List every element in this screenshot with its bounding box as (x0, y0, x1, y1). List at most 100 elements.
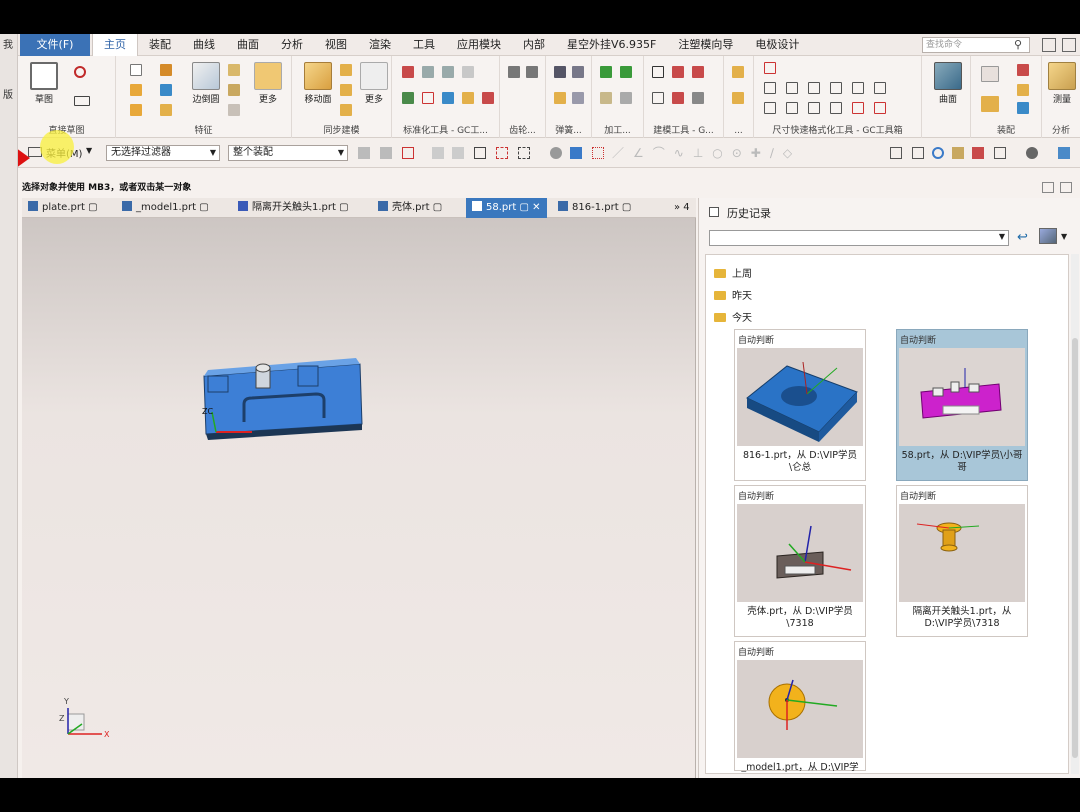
selection-scope-dropdown[interactable]: 整个装配 ▼ (228, 145, 348, 161)
scrollbar-thumb[interactable] (1072, 338, 1078, 758)
standard-tool-4-icon[interactable] (462, 66, 474, 78)
tab-surface[interactable]: 曲面 (226, 34, 270, 56)
folder-today[interactable]: 今天 (714, 309, 752, 324)
tab-curve[interactable]: 曲线 (182, 34, 226, 56)
rectangle-icon[interactable] (74, 96, 90, 106)
select-tool-2-icon[interactable] (380, 147, 392, 159)
gear-2-icon[interactable] (526, 66, 538, 78)
select-tool-1-icon[interactable] (358, 147, 370, 159)
shell-icon[interactable] (228, 84, 240, 96)
history-card-816-1[interactable]: 自动判断 816-1.prt，从 D:\VIP学员\仑总 (734, 329, 866, 481)
folder-last-week[interactable]: 上周 (714, 265, 752, 280)
pull-face-icon[interactable] (340, 64, 352, 76)
open-file-icon[interactable]: ▢ (622, 202, 631, 213)
panel-toggle-icon[interactable] (1042, 182, 1054, 193)
assembly-tool-4-icon[interactable] (1017, 102, 1029, 114)
thumbnail-view-icon[interactable] (1039, 228, 1057, 244)
offset-face-icon[interactable] (340, 84, 352, 96)
file-tab-isolator-contact[interactable]: 隔离开关触头1.prt ▢ (238, 198, 349, 218)
render-style-icon[interactable] (1026, 147, 1038, 159)
modeling-tool-6-icon[interactable] (692, 92, 704, 104)
spring-3-icon[interactable] (554, 92, 566, 104)
modeling-tool-5-icon[interactable] (672, 92, 684, 104)
extrude-icon[interactable] (130, 84, 142, 96)
measure-button[interactable]: 测量 (1042, 60, 1080, 112)
cube-view-icon[interactable] (1058, 147, 1070, 159)
open-file-icon[interactable]: ▢ (88, 202, 97, 213)
display-mode-icon[interactable] (570, 147, 582, 159)
assembly-tool-1-icon[interactable] (981, 66, 999, 82)
snap-grid-icon[interactable] (592, 147, 604, 159)
pattern-icon[interactable] (160, 104, 172, 116)
box-select-icon[interactable] (518, 147, 530, 159)
file-tabs-overflow[interactable]: » 4 (674, 198, 690, 218)
view-tool-1-icon[interactable] (890, 147, 902, 159)
view-tool-2-icon[interactable] (912, 147, 924, 159)
open-file-icon[interactable]: ▢ (199, 202, 208, 213)
tab-analysis[interactable]: 分析 (270, 34, 314, 56)
machining-3-icon[interactable] (600, 92, 612, 104)
graphics-viewport[interactable]: ZC X Y Z (22, 218, 696, 778)
modeling-tool-2-icon[interactable] (672, 66, 684, 78)
viewport-canvas[interactable]: ZC X Y Z (22, 218, 696, 778)
tab-tools[interactable]: 工具 (402, 34, 446, 56)
layout-icon[interactable] (994, 147, 1006, 159)
history-card-58[interactable]: 自动判断 58.prt，从 D:\VIP学员\小哥哥 (896, 329, 1028, 481)
standard-tool-2-icon[interactable] (422, 66, 434, 78)
tab-render[interactable]: 渲染 (358, 34, 402, 56)
tab-home[interactable]: 主页 (92, 34, 138, 56)
shaded-view-icon[interactable] (550, 147, 562, 159)
standard-tool-5-icon[interactable] (402, 92, 414, 104)
view-tool-4-icon[interactable] (972, 147, 984, 159)
revolve-icon[interactable] (130, 104, 142, 116)
open-file-icon[interactable]: ▢ (433, 202, 442, 213)
dimension-tool-9-icon[interactable] (786, 102, 798, 114)
standard-tool-9-icon[interactable] (482, 92, 494, 104)
spring-4-icon[interactable] (572, 92, 584, 104)
machining-check-icon[interactable] (600, 66, 612, 78)
part-58-model[interactable] (203, 358, 363, 440)
refresh-icon[interactable] (932, 147, 944, 159)
file-tab-58[interactable]: 58.prt ▢ ✕ (466, 198, 547, 218)
modeling-tool-3-icon[interactable] (692, 66, 704, 78)
move-face-button[interactable]: 移动面 (298, 60, 338, 112)
tab-view[interactable]: 视图 (314, 34, 358, 56)
file-tab-816-1[interactable]: 816-1.prt ▢ (558, 198, 631, 218)
back-arrow-icon[interactable]: ↩ (1017, 230, 1033, 245)
replace-face-icon[interactable] (340, 104, 352, 116)
select-tool-3-icon[interactable] (432, 147, 444, 159)
overflow-tool-1-icon[interactable] (732, 66, 744, 78)
standard-tool-7-icon[interactable] (442, 92, 454, 104)
boolean-icon[interactable] (160, 84, 172, 96)
tab-mold-wizard[interactable]: 注塑模向导 (667, 34, 744, 56)
history-filter-dropdown[interactable]: ▼ (709, 230, 1009, 246)
restore-window-icon[interactable] (1042, 38, 1056, 52)
history-panel-checkbox[interactable] (709, 207, 719, 217)
dimension-tool-12-icon[interactable] (852, 102, 864, 114)
overflow-tool-2-icon[interactable] (732, 92, 744, 104)
assembly-tool-3-icon[interactable] (1017, 84, 1029, 96)
dimension-tool-7-icon[interactable] (874, 82, 886, 94)
view-tool-3-icon[interactable] (952, 147, 964, 159)
sync-more-button[interactable]: 更多 (354, 60, 394, 112)
dimension-tool-2-icon[interactable] (764, 82, 776, 94)
draft-icon[interactable] (228, 104, 240, 116)
hole-icon[interactable] (160, 64, 172, 76)
dimension-tool-5-icon[interactable] (830, 82, 842, 94)
dimension-tool-6-icon[interactable] (852, 82, 864, 94)
view-triad[interactable]: X Y Z (59, 697, 110, 739)
arc-icon[interactable] (74, 66, 86, 78)
file-tab-housing[interactable]: 壳体.prt ▢ (378, 198, 442, 218)
file-tab-model1[interactable]: _model1.prt ▢ (122, 198, 209, 218)
panel-maximize-icon[interactable] (1060, 182, 1072, 193)
file-menu-button[interactable]: 文件(F) (20, 34, 90, 56)
chevron-down-icon[interactable]: ▼ (1061, 232, 1067, 241)
surface-button[interactable]: 曲面 (928, 60, 968, 112)
machining-4-icon[interactable] (620, 92, 632, 104)
history-scrollbar[interactable] (1071, 254, 1079, 774)
standard-tool-3-icon[interactable] (442, 66, 454, 78)
snap-options-icons[interactable]: ／∠⌒∿⊥○⊙✚∕◇ (612, 144, 862, 162)
chevron-down-icon[interactable]: ▼ (86, 146, 92, 155)
dimension-tool-13-icon[interactable] (874, 102, 886, 114)
dimension-tool-10-icon[interactable] (808, 102, 820, 114)
